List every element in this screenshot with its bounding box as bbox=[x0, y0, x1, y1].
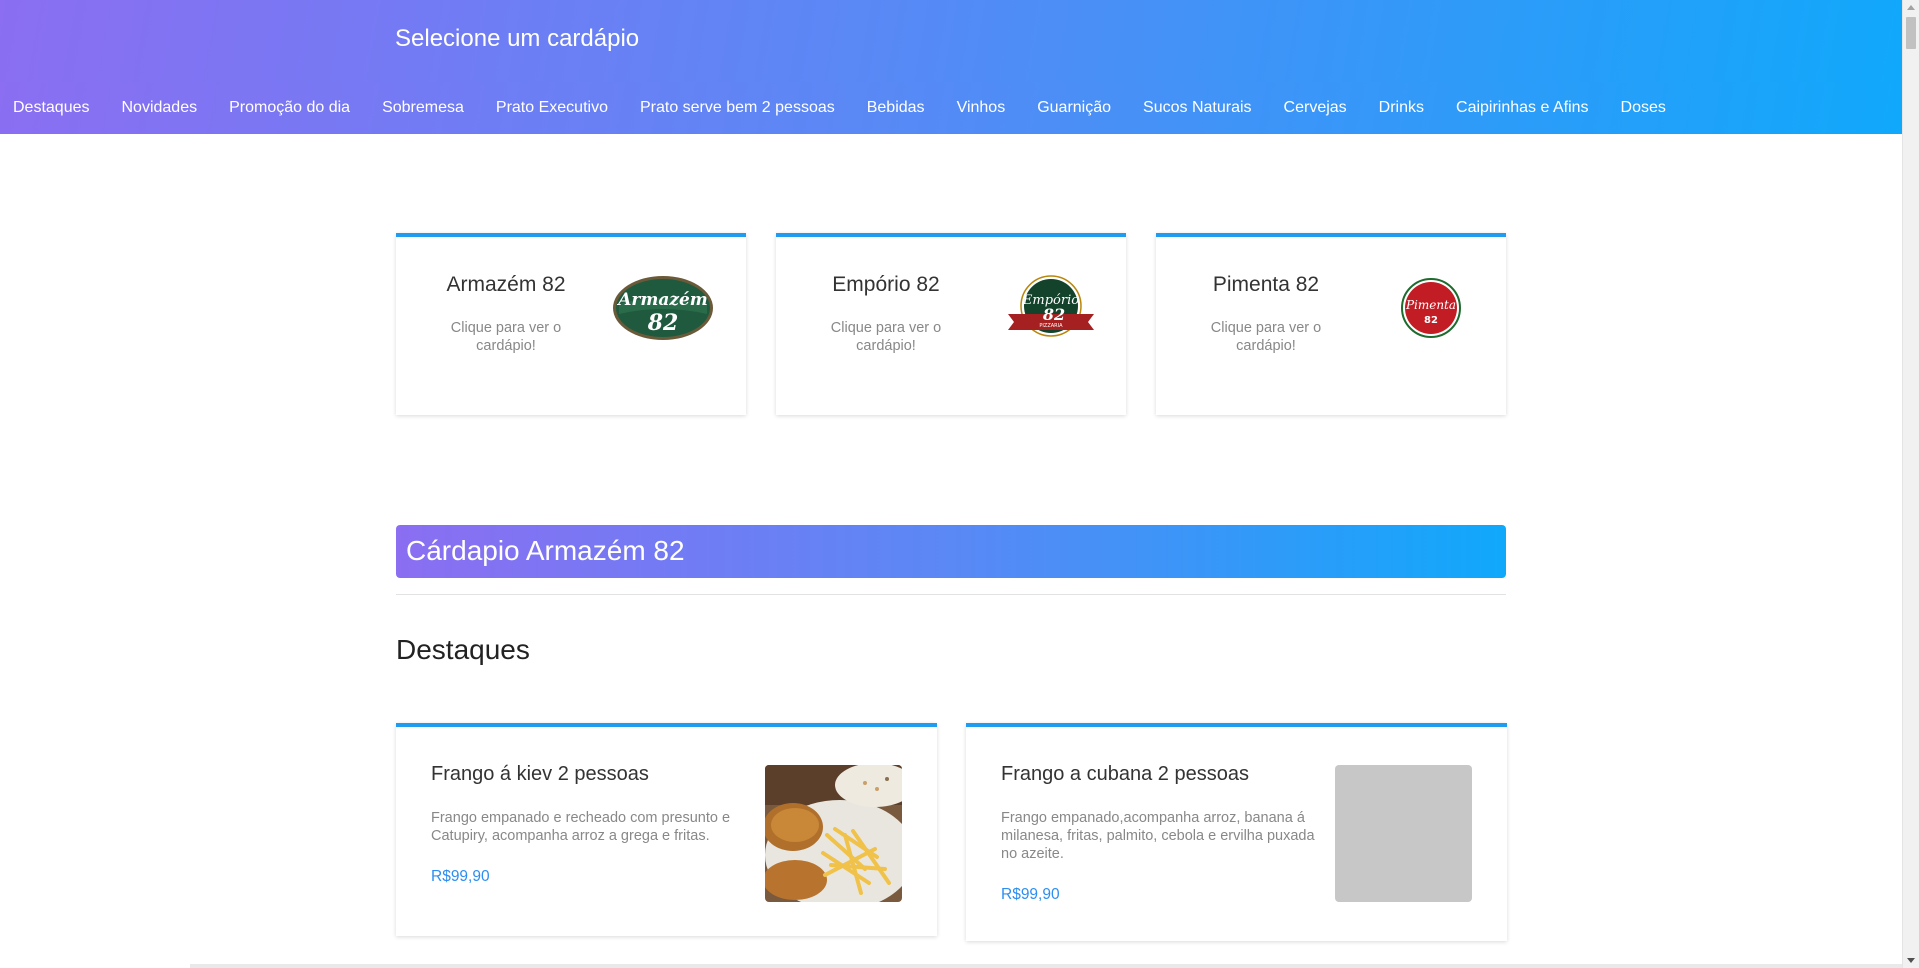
nav-item-drinks[interactable]: Drinks bbox=[1379, 99, 1424, 117]
restaurant-subtitle: Clique para ver o cardápio! bbox=[450, 320, 562, 354]
nav-item-promocao-do-dia[interactable]: Promoção do dia bbox=[229, 99, 350, 117]
dish-price: R$99,90 bbox=[1001, 886, 1060, 903]
nav-item-sobremesa[interactable]: Sobremesa bbox=[382, 99, 464, 117]
dish-price: R$99,90 bbox=[431, 868, 490, 885]
divider bbox=[396, 594, 1506, 595]
restaurant-name: Armazém 82 bbox=[446, 273, 566, 296]
svg-text:PIZZARIA: PIZZARIA bbox=[1039, 323, 1063, 329]
page-title: Selecione um cardápio bbox=[395, 25, 640, 52]
armazem-logo: Armazém 82 bbox=[608, 272, 718, 344]
emporio-logo: Empório 82 PIZZARIA bbox=[996, 272, 1106, 344]
nav-item-doses[interactable]: Doses bbox=[1621, 99, 1666, 117]
nav-item-vinhos[interactable]: Vinhos bbox=[957, 99, 1006, 117]
restaurant-card-emporio[interactable]: Empório 82 Clique para ver o cardápio! E… bbox=[776, 233, 1126, 415]
pimenta-logo: Pimenta 82 bbox=[1376, 272, 1486, 344]
nav-item-caipirinhas-e-afins[interactable]: Caipirinhas e Afins bbox=[1456, 99, 1589, 117]
menu-banner-title: Cárdapio Armazém 82 bbox=[406, 535, 685, 566]
dish-name: Frango a cubana 2 pessoas bbox=[1001, 763, 1249, 785]
page: Selecione um cardápio Destaques Novidade… bbox=[0, 0, 1919, 968]
svg-text:Armazém: Armazém bbox=[616, 290, 708, 310]
nav-item-cervejas[interactable]: Cervejas bbox=[1284, 99, 1347, 117]
dish-image-placeholder bbox=[1335, 765, 1472, 902]
dish-card-frango-kiev[interactable]: Frango á kiev 2 pessoas Frango empanado … bbox=[396, 723, 937, 936]
restaurant-subtitle: Clique para ver o cardápio! bbox=[830, 320, 942, 354]
vertical-scrollbar[interactable] bbox=[1902, 0, 1919, 968]
nav-item-guarnicao[interactable]: Guarnição bbox=[1037, 99, 1111, 117]
svg-text:82: 82 bbox=[647, 310, 679, 336]
dish-description: Frango empanado e recheado com presunto … bbox=[431, 810, 731, 844]
dish-image bbox=[765, 765, 902, 902]
section-title: Destaques bbox=[396, 634, 530, 665]
nav-item-destaques[interactable]: Destaques bbox=[13, 99, 90, 117]
top-header: Selecione um cardápio bbox=[0, 0, 1902, 82]
nav-item-prato-executivo[interactable]: Prato Executivo bbox=[496, 99, 608, 117]
scroll-down-icon[interactable] bbox=[1907, 958, 1915, 963]
restaurant-subtitle: Clique para ver o cardápio! bbox=[1210, 320, 1322, 354]
restaurant-card-pimenta[interactable]: Pimenta 82 Clique para ver o cardápio! P… bbox=[1156, 233, 1506, 415]
dish-card-frango-cubana[interactable]: Frango a cubana 2 pessoas Frango empanad… bbox=[966, 723, 1507, 941]
restaurant-name: Pimenta 82 bbox=[1212, 273, 1320, 296]
menu-banner: Cárdapio Armazém 82 bbox=[396, 525, 1506, 578]
nav-item-novidades[interactable]: Novidades bbox=[122, 99, 198, 117]
dish-description: Frango empanado,acompanha arroz, banana … bbox=[1001, 810, 1315, 862]
nav-item-prato-serve-bem-2-pessoas[interactable]: Prato serve bem 2 pessoas bbox=[640, 99, 835, 117]
dish-name: Frango á kiev 2 pessoas bbox=[431, 763, 649, 785]
svg-text:82: 82 bbox=[1424, 315, 1438, 326]
svg-text:82: 82 bbox=[1042, 305, 1065, 324]
restaurant-card-armazem[interactable]: Armazém 82 Clique para ver o cardápio! A… bbox=[396, 233, 746, 415]
scroll-up-icon[interactable] bbox=[1907, 5, 1915, 10]
horizontal-scroll-track bbox=[190, 964, 1902, 968]
nav-item-bebidas[interactable]: Bebidas bbox=[867, 99, 925, 117]
svg-text:Pimenta: Pimenta bbox=[1405, 298, 1456, 312]
category-nav: Destaques Novidades Promoção do dia Sobr… bbox=[0, 82, 1902, 134]
restaurant-name: Empório 82 bbox=[832, 273, 940, 296]
nav-item-sucos-naturais[interactable]: Sucos Naturais bbox=[1143, 99, 1252, 117]
scrollbar-thumb[interactable] bbox=[1906, 17, 1916, 49]
